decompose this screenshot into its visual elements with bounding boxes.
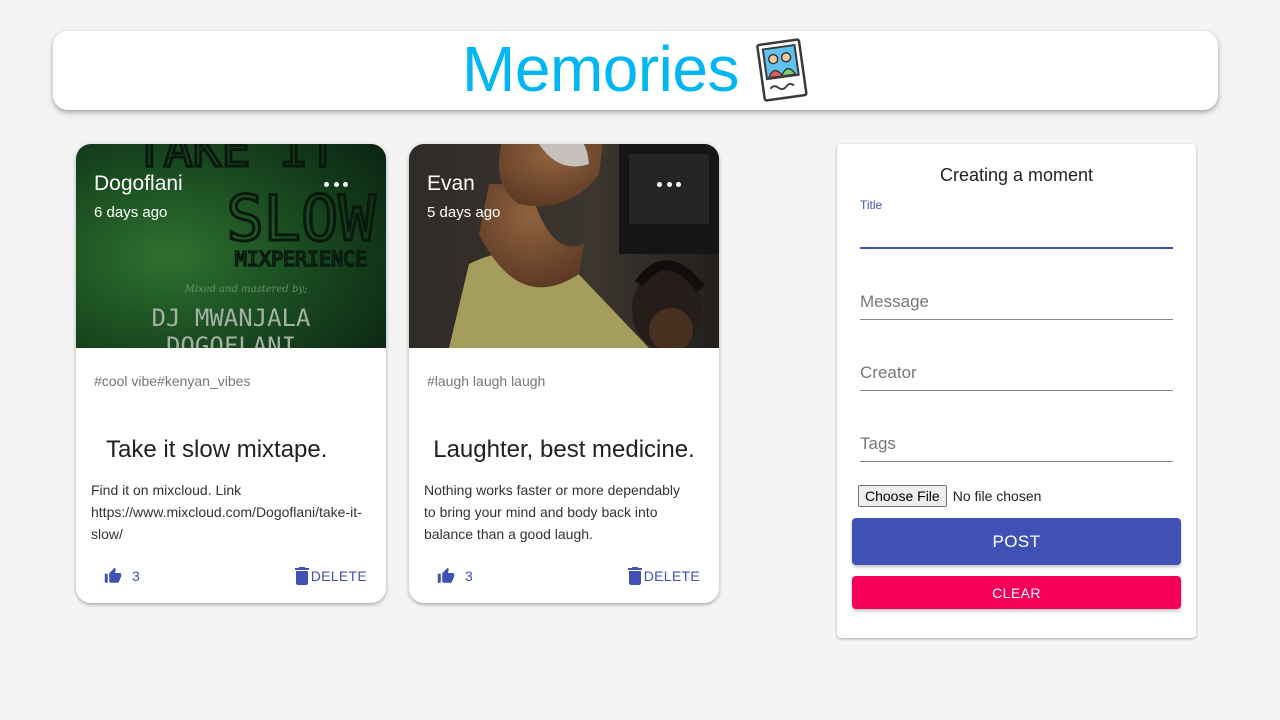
trash-icon <box>294 567 309 585</box>
post-tags: #laugh laugh laugh <box>427 373 546 389</box>
message-field[interactable]: Message <box>860 289 1173 321</box>
creator-placeholder: Creator <box>860 363 917 382</box>
thumb-up-icon <box>104 567 122 583</box>
memory-card: TAKE IT SLOW MIXPERIENCE Mixed and maste… <box>76 144 386 603</box>
post-creator: Evan <box>427 172 475 195</box>
file-status: No file chosen <box>952 488 1042 504</box>
like-button[interactable]: 3 <box>104 567 140 585</box>
file-input: Choose File No file chosen <box>858 485 1041 507</box>
delete-label: DELETE <box>643 568 700 584</box>
thumb-up-icon <box>437 567 455 583</box>
app-bar: Memories <box>53 31 1218 110</box>
choose-file-button[interactable]: Choose File <box>858 485 947 507</box>
post-creator: Dogoflani <box>94 172 183 195</box>
more-horiz-icon <box>657 181 662 187</box>
memory-card: Evan 5 days ago #laugh laugh laugh Laugh… <box>409 144 719 603</box>
form-heading: Creating a moment <box>939 165 1094 185</box>
post-message: Find it on mixcloud. Link https://www.mi… <box>91 482 362 542</box>
post-time: 5 days ago <box>427 204 501 221</box>
app-title: Memories <box>462 32 739 105</box>
delete-button[interactable]: DELETE <box>627 567 700 585</box>
create-memory-form: Creating a moment Title Message Creator … <box>837 144 1196 638</box>
tags-field[interactable]: Tags <box>860 431 1173 463</box>
delete-button[interactable]: DELETE <box>294 567 367 585</box>
photo-memories-icon <box>756 37 808 102</box>
more-options-button[interactable] <box>657 174 681 194</box>
like-count: 3 <box>132 568 140 584</box>
delete-label: DELETE <box>310 568 367 584</box>
clear-button[interactable]: CLEAR <box>852 576 1181 609</box>
more-horiz-icon <box>324 181 329 187</box>
post-title: Laughter, best medicine. <box>433 436 695 463</box>
creator-field[interactable]: Creator <box>860 360 1173 392</box>
tags-placeholder: Tags <box>860 434 896 453</box>
trash-icon <box>627 567 642 585</box>
post-message: Nothing works faster or more dependably … <box>424 482 681 542</box>
post-button[interactable]: POST <box>852 518 1181 565</box>
title-field[interactable]: Title <box>860 198 1173 250</box>
post-title: Take it slow mixtape. <box>106 436 328 463</box>
post-tags: #cool vibe#kenyan_vibes <box>94 373 251 389</box>
message-placeholder: Message <box>860 292 929 311</box>
like-count: 3 <box>465 568 473 584</box>
more-options-button[interactable] <box>324 174 348 194</box>
like-button[interactable]: 3 <box>437 567 473 585</box>
post-time: 6 days ago <box>94 204 168 221</box>
title-label: Title <box>860 198 883 212</box>
